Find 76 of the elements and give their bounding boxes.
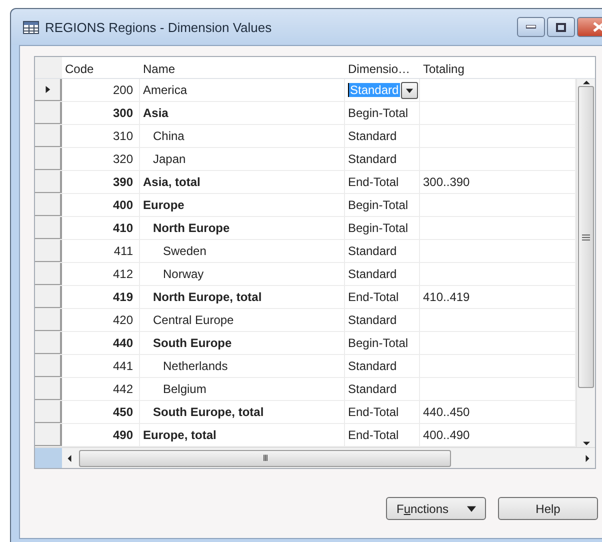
table-cell: North Europe, total: [140, 286, 345, 308]
maximize-icon: [556, 22, 566, 32]
table-cell: End-Total: [345, 171, 420, 193]
table-cell: Asia: [140, 102, 345, 124]
maximize-button[interactable]: [547, 17, 575, 37]
functions-button[interactable]: Functions: [386, 497, 486, 520]
table-cell: 440: [62, 332, 140, 354]
table-cell: Begin-Total: [345, 217, 420, 239]
table-cell: 450: [62, 401, 140, 423]
scroll-thumb[interactable]: III: [79, 450, 451, 466]
table-cell: End-Total: [345, 401, 420, 423]
table-cell: Standard: [345, 148, 420, 170]
scroll-thumb[interactable]: [578, 86, 594, 388]
minimize-button[interactable]: [517, 17, 545, 37]
table-cell: 410: [62, 217, 140, 239]
table-cell: China: [140, 125, 345, 147]
table-cell: Netherlands: [140, 355, 345, 377]
table-cell: Standard: [345, 125, 420, 147]
table-cell: Central Europe: [140, 309, 345, 331]
window-title: REGIONS Regions - Dimension Values: [45, 20, 273, 34]
table-cell: South Europe: [140, 332, 345, 354]
table-cell: Europe, total: [140, 424, 345, 446]
right-arrow-icon: [584, 454, 591, 462]
table-cell: 411: [62, 240, 140, 262]
table-cell: Norway: [140, 263, 345, 285]
table-cell: Begin-Total: [345, 194, 420, 216]
column-header[interactable]: Code: [62, 57, 140, 78]
table-cell: 442: [62, 378, 140, 400]
grip-icon: [582, 234, 590, 240]
table-cell: Begin-Total: [345, 102, 420, 124]
table-cell: Begin-Total: [345, 332, 420, 354]
table-cell: 441: [62, 355, 140, 377]
help-button[interactable]: Help: [498, 497, 598, 520]
table-cell: Standard: [345, 309, 420, 331]
column-header[interactable]: Dimensio…: [345, 57, 420, 78]
header-corner: [35, 57, 62, 78]
table-cell: 200: [62, 79, 140, 101]
table-cell: North Europe: [140, 217, 345, 239]
table-cell: 419: [62, 286, 140, 308]
table-cell: Japan: [140, 148, 345, 170]
table-cell: South Europe, total: [140, 401, 345, 423]
scroll-corner: [35, 448, 62, 468]
table-cell: Belgium: [140, 378, 345, 400]
table-cell: Asia, total: [140, 171, 345, 193]
table-cell: 320: [62, 148, 140, 170]
close-icon: [593, 22, 602, 32]
left-arrow-icon: [66, 454, 73, 462]
current-row-icon: [44, 86, 51, 93]
table-icon: [23, 20, 39, 34]
table-cell: 300: [62, 102, 140, 124]
table-cell: Standard: [345, 263, 420, 285]
table-cell: Standard: [345, 240, 420, 262]
row-selector[interactable]: [35, 79, 62, 101]
table-cell: 390: [62, 171, 140, 193]
caret-icon: [406, 86, 413, 94]
table-cell: 310: [62, 125, 140, 147]
vertical-scrollbar[interactable]: [576, 79, 595, 447]
down-arrow-icon: [582, 440, 590, 447]
up-arrow-icon: [582, 79, 590, 86]
table-cell: Standard: [345, 378, 420, 400]
caret-icon: [466, 504, 476, 513]
table-cell: End-Total: [345, 286, 420, 308]
horizontal-scrollbar[interactable]: III: [62, 448, 595, 468]
column-header[interactable]: Totaling: [420, 57, 576, 78]
table-cell: End-Total: [345, 424, 420, 446]
table-cell: 420: [62, 309, 140, 331]
dropdown-button[interactable]: [400, 82, 418, 98]
table-cell: 400: [62, 194, 140, 216]
table-cell: Europe: [140, 194, 345, 216]
table-cell: 412: [62, 263, 140, 285]
column-header[interactable]: Name: [140, 57, 345, 78]
table-cell: Sweden: [140, 240, 345, 262]
table-cell: America: [140, 79, 345, 101]
minimize-icon: [526, 25, 536, 29]
table-cell: Standard: [345, 355, 420, 377]
table-cell: 490: [62, 424, 140, 446]
